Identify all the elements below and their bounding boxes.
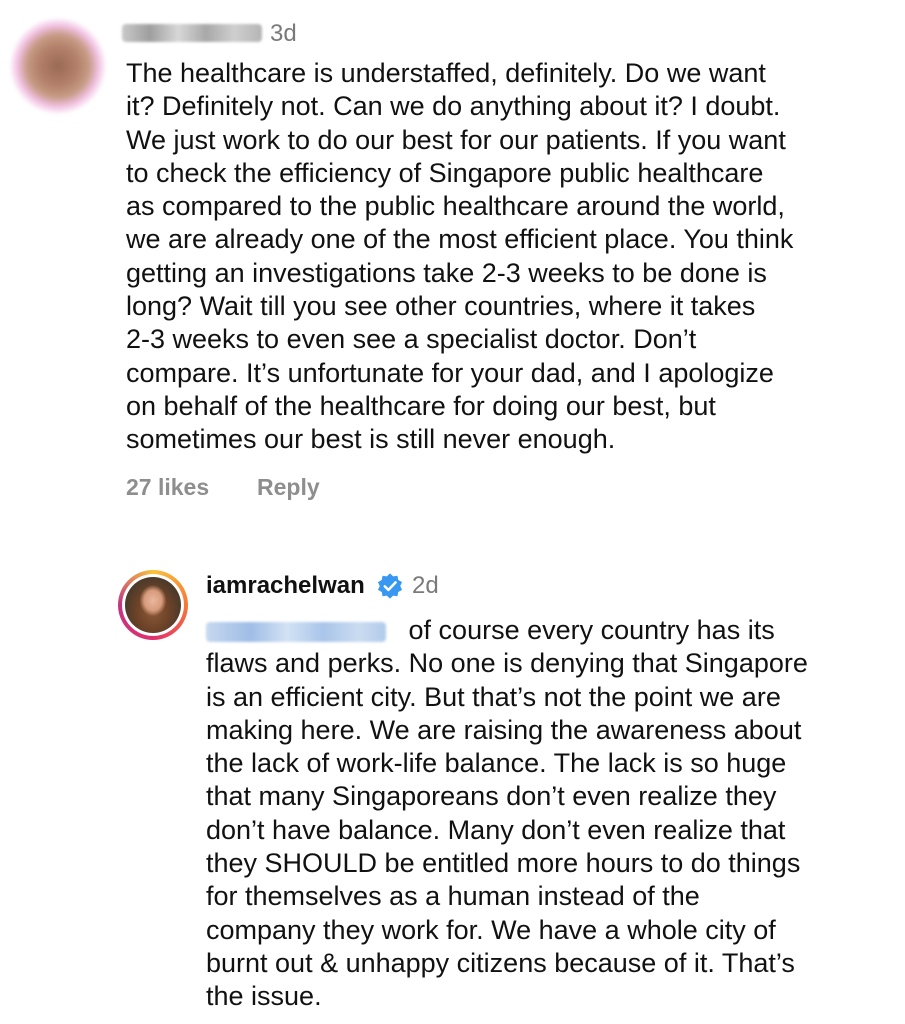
reply-author-username[interactable]: iamrachelwan	[206, 572, 365, 600]
comment-timestamp: 3d	[270, 20, 297, 47]
commenter-avatar[interactable]	[10, 18, 106, 114]
avatar-photo	[125, 577, 181, 633]
reply-text: of course every country has its flaws an…	[206, 615, 808, 1012]
reply-author-avatar[interactable]	[118, 570, 188, 640]
likes-count[interactable]: 27 likes	[126, 474, 209, 501]
comment-text: The healthcare is understaffed, definite…	[126, 58, 794, 455]
reply-timestamp: 2d	[412, 572, 439, 599]
verified-badge-icon	[377, 573, 403, 599]
commenter-username-redacted[interactable]	[122, 24, 262, 42]
comment-item: 3d The healthcare is understaffed, defin…	[0, 0, 905, 520]
reply-button[interactable]: Reply	[257, 474, 320, 501]
